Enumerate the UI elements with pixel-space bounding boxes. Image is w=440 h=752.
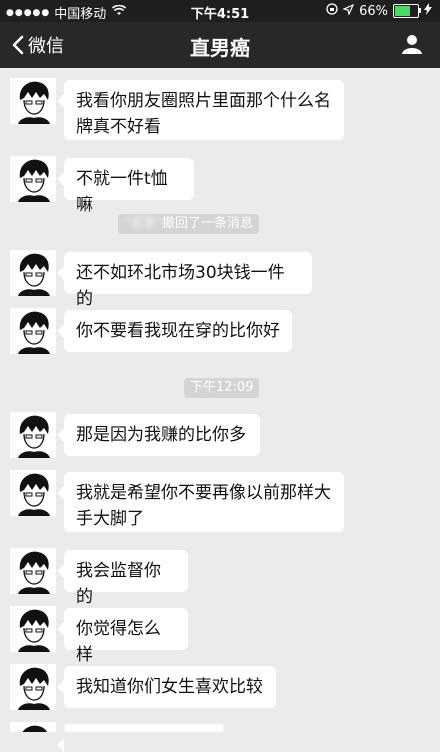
avatar[interactable] xyxy=(10,78,56,124)
status-right: 66% xyxy=(326,3,432,19)
message-bubble[interactable]: 你觉得怎么样 xyxy=(57,608,188,665)
battery-icon xyxy=(393,4,421,18)
orientation-lock-icon xyxy=(326,3,338,19)
avatar[interactable] xyxy=(10,250,56,296)
message-bubble[interactable]: 那是因为我赚的比你多 xyxy=(57,414,260,456)
message-bubble[interactable]: 我会监督你的 xyxy=(57,550,188,607)
avatar-portrait-icon xyxy=(10,156,56,202)
avatar[interactable] xyxy=(10,470,56,516)
message-bubble[interactable]: 我知道你们女生喜欢比较 xyxy=(57,666,276,708)
recall-name: "某某" xyxy=(124,216,162,231)
avatar[interactable] xyxy=(10,412,56,458)
avatar-portrait-icon xyxy=(10,78,56,124)
message-bubble[interactable]: 还不如环北市场30块钱一件的 xyxy=(57,252,312,309)
avatar-portrait-icon xyxy=(10,308,56,354)
avatar[interactable] xyxy=(10,722,56,732)
avatar-portrait-icon xyxy=(10,664,56,710)
message-bubble[interactable]: 不就一件t恤嘛 xyxy=(57,158,194,215)
message-bubble-partial[interactable] xyxy=(57,724,224,752)
message-bubble[interactable]: 我看你朋友圈照片里面那个什么名牌真不好看 xyxy=(57,80,344,140)
avatar[interactable] xyxy=(10,606,56,652)
timestamp-label: 下午12:09 xyxy=(184,378,260,398)
avatar-portrait-icon xyxy=(10,412,56,458)
chat-area[interactable]: 我看你朋友圈照片里面那个什么名牌真不好看 不就一件t恤嘛 "某某"撤回了一条消息… xyxy=(0,68,440,752)
avatar[interactable] xyxy=(10,548,56,594)
status-bar: ●●●●● 中国移动 下午4:51 66% xyxy=(0,0,440,22)
avatar-portrait-icon xyxy=(10,722,56,732)
location-icon xyxy=(342,3,355,19)
avatar-portrait-icon xyxy=(10,548,56,594)
message-bubble[interactable]: 我就是希望你不要再像以前那样大手大脚了 xyxy=(57,472,344,532)
chat-profile-button[interactable] xyxy=(402,34,422,58)
battery-percent: 66% xyxy=(359,3,388,19)
recall-notice: "某某"撤回了一条消息 xyxy=(118,214,259,234)
person-icon xyxy=(402,35,422,54)
message-bubble[interactable]: 你不要看我现在穿的比你好 xyxy=(57,310,292,352)
nav-bar: 微信 直男癌 xyxy=(0,22,440,68)
avatar[interactable] xyxy=(10,664,56,710)
avatar[interactable] xyxy=(10,308,56,354)
charging-icon xyxy=(424,3,432,19)
chat-title: 直男癌 xyxy=(190,36,250,60)
avatar-portrait-icon xyxy=(10,606,56,652)
avatar[interactable] xyxy=(10,156,56,202)
recall-text: 撤回了一条消息 xyxy=(161,216,253,231)
avatar-portrait-icon xyxy=(10,250,56,296)
avatar-portrait-icon xyxy=(10,470,56,516)
